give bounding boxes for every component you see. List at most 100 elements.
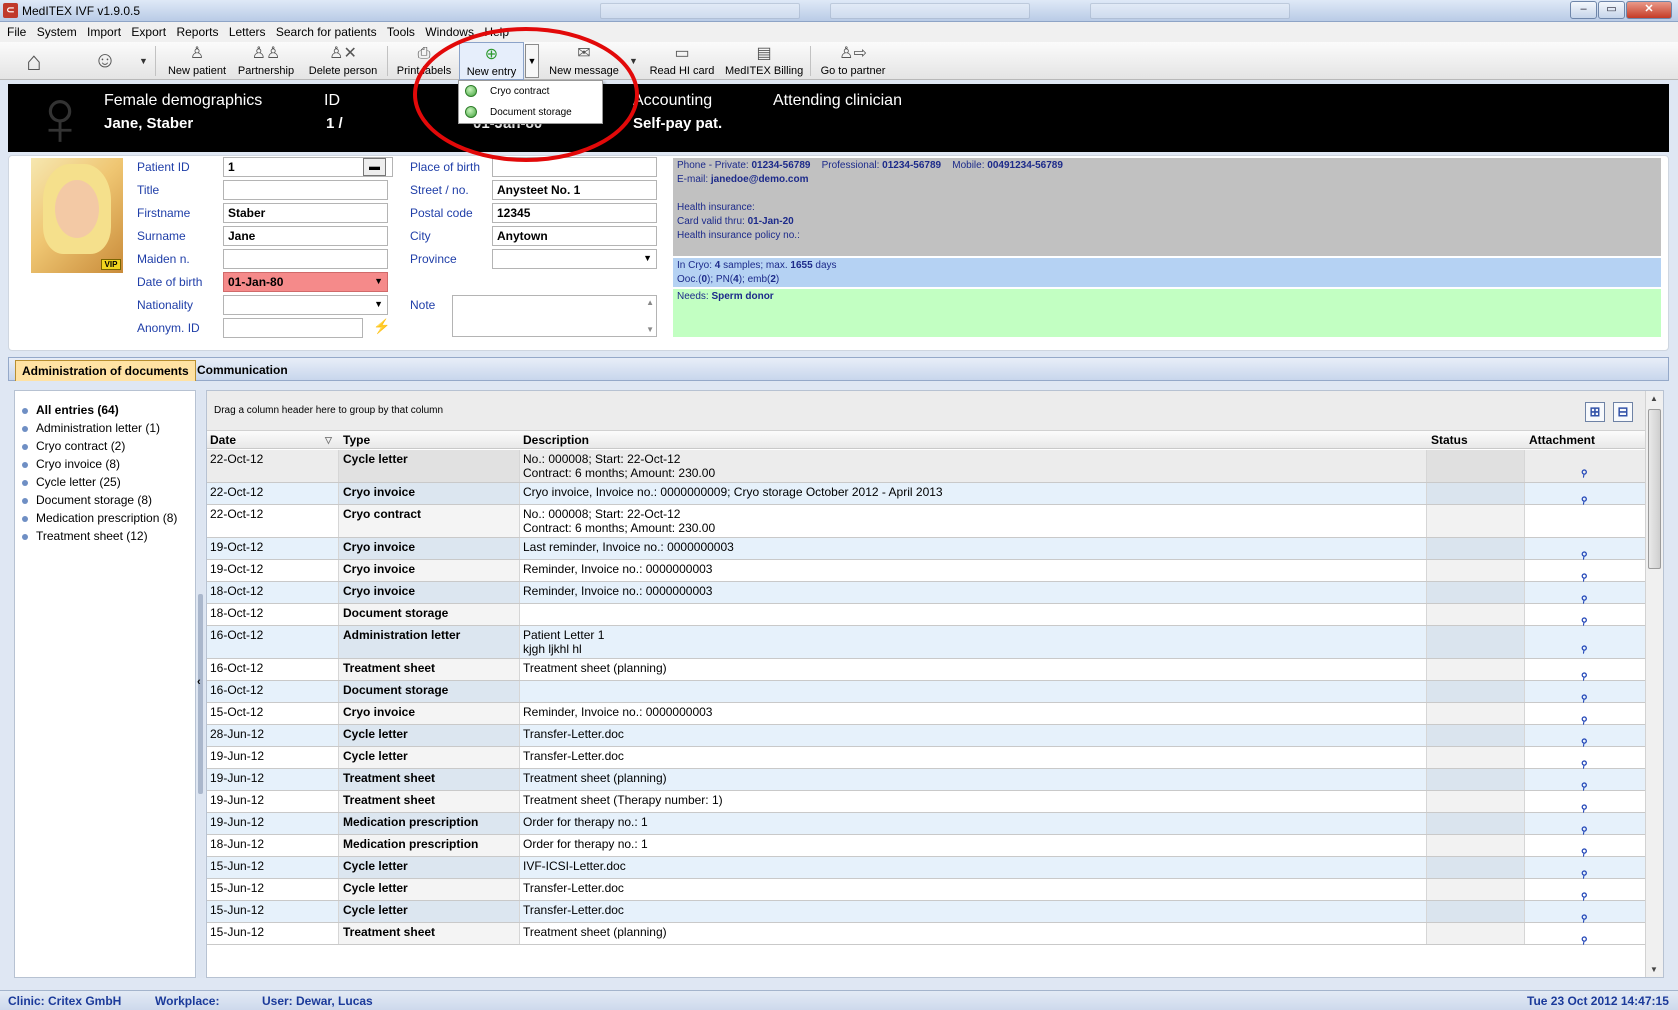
menu-item-document-storage[interactable]: Document storage [459, 102, 602, 123]
patient-photo[interactable]: VIP [31, 158, 123, 273]
paperclip-icon[interactable]: ⌕ [1576, 750, 1597, 772]
vertical-scrollbar[interactable]: ▲ ▼ [1645, 391, 1663, 977]
menu-export[interactable]: Export [124, 22, 166, 39]
menu-letters[interactable]: Letters [222, 22, 266, 39]
category-medication-prescription[interactable]: Medication prescription (8) [15, 511, 195, 529]
paperclip-icon[interactable]: ⌕ [1576, 662, 1597, 684]
table-row[interactable]: 15-Jun-12 Treatment sheet Treatment sheet … [207, 923, 1645, 948]
expand-all-icon[interactable]: ⊞ [1585, 402, 1605, 422]
paperclip-icon[interactable]: ⌕ [1576, 772, 1597, 794]
table-row[interactable]: 22-Oct-12 Cryo contract No.: 000008; Start… [207, 505, 1645, 538]
anonym-id-field[interactable] [223, 318, 363, 338]
street-field[interactable]: Anysteet No. 1 [492, 180, 657, 200]
paperclip-icon[interactable]: ⌕ [1576, 585, 1597, 607]
table-row[interactable]: 18-Oct-12 Document storage ⌕ [207, 604, 1645, 629]
menu-tools[interactable]: Tools [380, 22, 415, 39]
table-row[interactable]: 15-Jun-12 Cycle letter IVF-ICSI-Letter.doc… [207, 857, 1645, 882]
menu-help[interactable]: Help [477, 22, 509, 39]
category-document-storage[interactable]: Document storage (8) [15, 493, 195, 511]
paperclip-icon[interactable]: ⌕ [1576, 816, 1597, 838]
paperclip-icon[interactable]: ⌕ [1576, 706, 1597, 728]
category-cryo-invoice[interactable]: Cryo invoice (8) [15, 457, 195, 475]
paperclip-icon[interactable]: ⌕ [1576, 728, 1597, 750]
menu-import[interactable]: Import [80, 22, 121, 39]
scroll-down-icon[interactable]: ▼ [1650, 965, 1658, 974]
splitter-handle[interactable] [198, 594, 203, 794]
menu-item-cryo-contract[interactable]: Cryo contract [459, 81, 602, 102]
paperclip-icon[interactable]: ⌕ [1576, 486, 1597, 508]
province-select[interactable]: ▼ [492, 249, 657, 269]
table-row[interactable]: 16-Oct-12 Administration letter Patient Le… [207, 626, 1645, 659]
go-to-partner-button[interactable]: ♙⇨ Go to partner [818, 42, 888, 80]
paperclip-icon[interactable]: ⌕ [1576, 459, 1597, 481]
group-by-bar[interactable]: Drag a column header here to group by th… [207, 391, 1645, 431]
menu-system[interactable]: System [30, 22, 77, 39]
category-treatment-sheet[interactable]: Treatment sheet (12) [15, 529, 195, 547]
read-hi-card-button[interactable]: ▭ Read HI card [648, 42, 716, 80]
column-header-description[interactable]: Description [523, 433, 589, 447]
table-row[interactable]: 19-Oct-12 Cryo invoice Last reminder, Invo… [207, 538, 1645, 562]
new-entry-button[interactable]: ⊕ New entry [459, 42, 524, 80]
table-row[interactable]: 19-Jun-12 Cycle letter Transfer-Letter.doc… [207, 747, 1645, 772]
card-swipe-icon[interactable]: ▬ [363, 158, 386, 176]
menu-file[interactable]: File [0, 22, 26, 39]
firstname-field[interactable]: Staber [223, 203, 388, 223]
table-row[interactable]: 18-Oct-12 Cryo invoice Reminder, Invoice n… [207, 582, 1645, 607]
new-entry-dropdown-arrow[interactable]: ▼ [525, 44, 539, 78]
panel-splitter[interactable]: ‹ [197, 390, 205, 978]
scrollbar-thumb[interactable] [1648, 409, 1661, 569]
email-value[interactable]: janedoe@demo.com [711, 174, 809, 185]
menu-search-for-patients[interactable]: Search for patients [269, 22, 377, 39]
table-row[interactable]: 15-Jun-12 Cycle letter Transfer-Letter.doc… [207, 901, 1645, 926]
place-of-birth-field[interactable] [492, 157, 657, 177]
delete-person-button[interactable]: ♙✕ Delete person [306, 42, 380, 80]
table-row[interactable]: 28-Jun-12 Cycle letter Transfer-Letter.doc… [207, 725, 1645, 750]
column-header-date[interactable]: Date [210, 433, 236, 447]
category-cryo-contract[interactable]: Cryo contract (2) [15, 439, 195, 457]
surname-field[interactable]: Jane [223, 226, 388, 246]
chevron-down-icon[interactable]: ▼ [629, 56, 638, 66]
partnership-button[interactable]: ♙♙ Partnership [235, 42, 297, 80]
table-row[interactable]: 16-Oct-12 Document storage ⌕ [207, 681, 1645, 706]
new-patient-button[interactable]: ♙ New patient [161, 42, 233, 80]
print-labels-button[interactable]: ⎙ Print labels [395, 42, 453, 80]
table-row[interactable]: 15-Jun-12 Cycle letter Transfer-Letter.doc… [207, 879, 1645, 904]
table-row[interactable]: 16-Oct-12 Treatment sheet Treatment sheet … [207, 659, 1645, 684]
category-administration-letter[interactable]: Administration letter (1) [15, 421, 195, 439]
menu-reports[interactable]: Reports [169, 22, 218, 39]
paperclip-icon[interactable]: ⌕ [1576, 635, 1597, 657]
paperclip-icon[interactable]: ⌕ [1576, 607, 1597, 629]
city-field[interactable]: Anytown [492, 226, 657, 246]
tab-communication[interactable]: Communication [191, 360, 294, 381]
column-header-status[interactable]: Status [1431, 433, 1468, 447]
table-row[interactable]: 19-Jun-12 Treatment sheet Treatment sheet … [207, 769, 1645, 794]
paperclip-icon[interactable]: ⌕ [1576, 684, 1597, 706]
category-all-entries[interactable]: All entries (64) [15, 403, 195, 421]
collapse-all-icon[interactable]: ⊟ [1613, 402, 1633, 422]
paperclip-icon[interactable]: ⌕ [1576, 860, 1597, 882]
maiden-name-field[interactable] [223, 249, 388, 269]
column-header-type[interactable]: Type [343, 433, 370, 447]
table-row[interactable]: 18-Jun-12 Medication prescription Order fo… [207, 835, 1645, 860]
table-row[interactable]: 22-Oct-12 Cycle letter No.: 000008; Start:… [207, 450, 1645, 483]
dob-field[interactable]: 01-Jan-80 ▼ [223, 272, 388, 292]
scroll-down-icon[interactable]: ▼ [646, 325, 654, 334]
category-cycle-letter[interactable]: Cycle letter (25) [15, 475, 195, 493]
column-header-attachment[interactable]: Attachment [1529, 433, 1595, 447]
paperclip-icon[interactable]: ⌕ [1576, 882, 1597, 904]
new-message-button[interactable]: ✉ New message [546, 42, 622, 80]
paperclip-icon[interactable]: ⌕ [1576, 926, 1597, 948]
scroll-up-icon[interactable]: ▲ [1650, 394, 1658, 403]
menu-windows[interactable]: Windows [418, 22, 474, 39]
nationality-select[interactable]: ▼ [223, 295, 388, 315]
close-button[interactable]: ✕ [1626, 1, 1672, 19]
home-button[interactable]: ⌂ [14, 42, 54, 80]
table-row[interactable]: 15-Oct-12 Cryo invoice Reminder, Invoice n… [207, 703, 1645, 728]
meditex-billing-button[interactable]: ▤ MedITEX Billing [725, 42, 803, 80]
paperclip-icon[interactable]: ⌕ [1576, 838, 1597, 860]
note-field[interactable]: ▲ ▼ [452, 295, 657, 337]
table-row[interactable]: 19-Oct-12 Cryo invoice Reminder, Invoice n… [207, 560, 1645, 585]
paperclip-icon[interactable]: ⌕ [1576, 563, 1597, 585]
paperclip-icon[interactable]: ⌕ [1576, 904, 1597, 926]
tab-administration-of-documents[interactable]: Administration of documents [15, 360, 196, 381]
